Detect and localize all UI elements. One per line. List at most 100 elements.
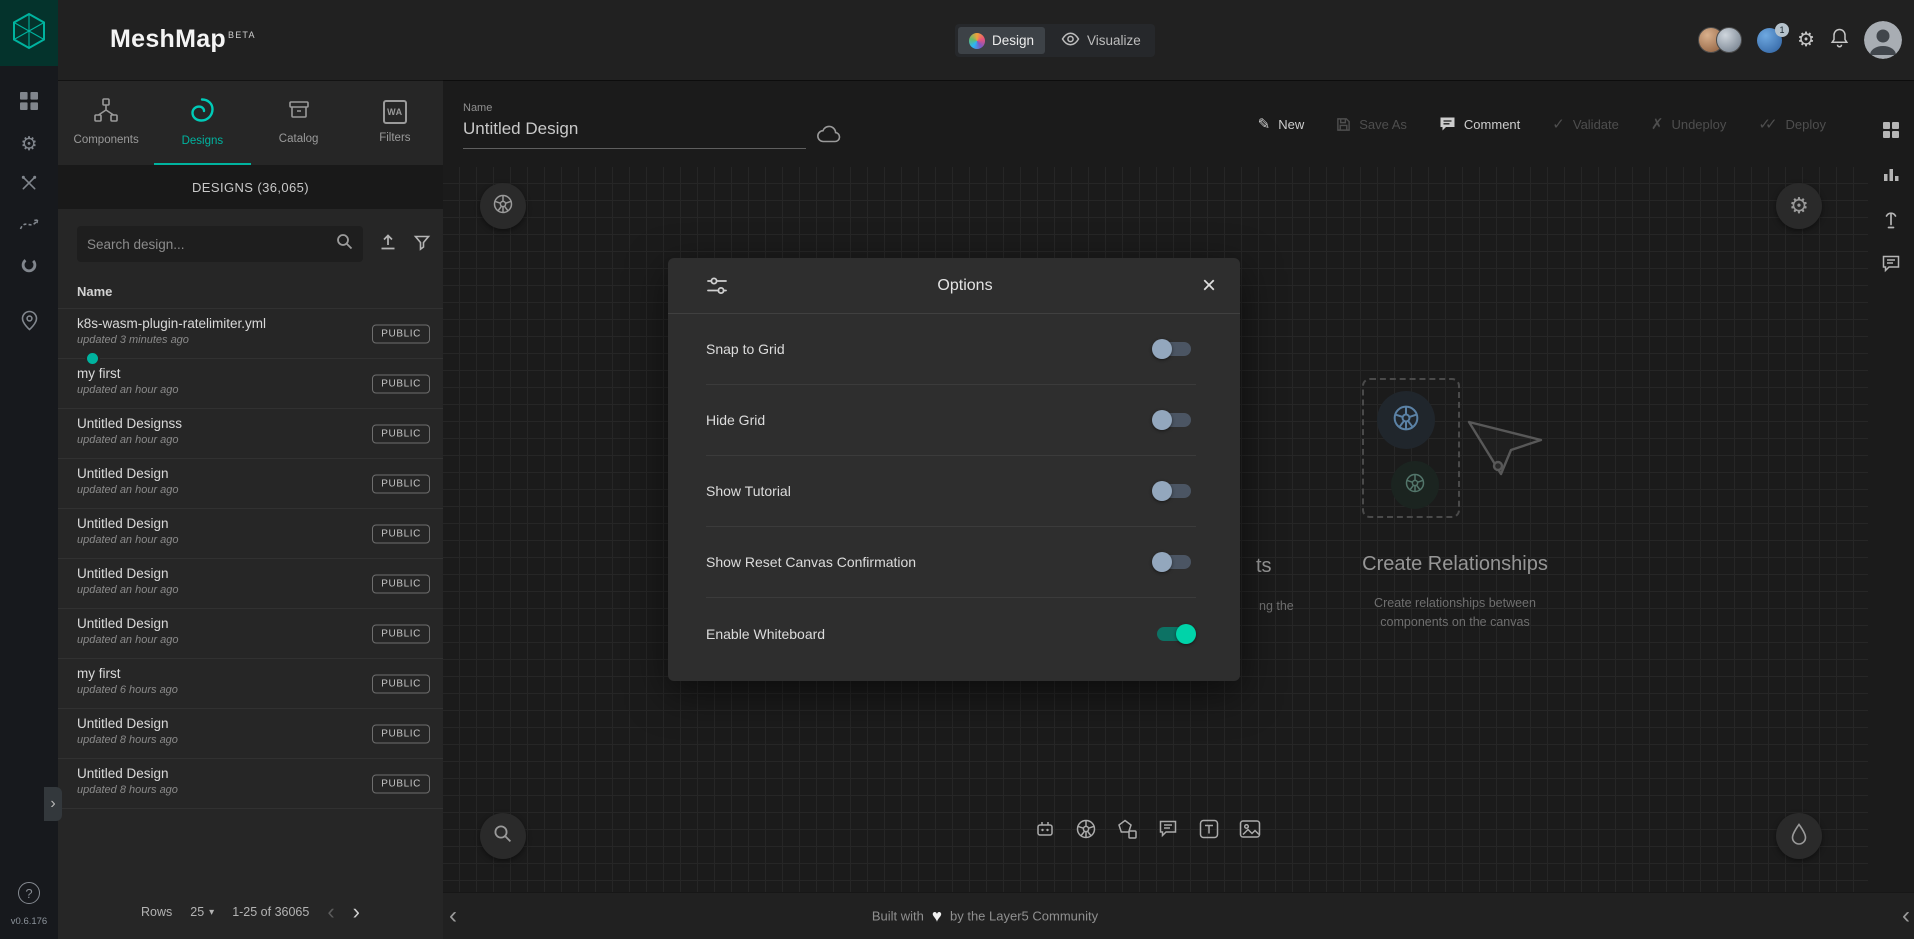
setting-row: Show Tutorial <box>706 456 1196 527</box>
nav-meshmap-button[interactable] <box>19 313 39 332</box>
visualize-mode-button[interactable]: Visualize <box>1050 27 1152 54</box>
tab-components[interactable]: Components <box>58 80 154 165</box>
hexagon-logo-icon <box>12 12 46 55</box>
next-page-button[interactable]: › <box>353 901 360 923</box>
footer-collapse-right-button[interactable]: ‹ <box>1902 904 1910 928</box>
design-list-item[interactable]: Untitled Design updated an hour ago PUBL… <box>58 609 443 659</box>
nav-lifecycle-button[interactable]: ⚙ <box>19 135 39 154</box>
nav-dashboard-button[interactable] <box>19 94 39 113</box>
design-list-item[interactable]: my first updated 6 hours ago PUBLIC <box>58 659 443 709</box>
design-search[interactable] <box>77 226 363 262</box>
setting-label: Show Tutorial <box>706 483 791 499</box>
design-list-item[interactable]: Untitled Designss updated an hour ago PU… <box>58 409 443 459</box>
design-list-item[interactable]: Untitled Design updated an hour ago PUBL… <box>58 459 443 509</box>
comment-icon <box>1158 819 1178 843</box>
hide-grid-toggle[interactable] <box>1152 408 1196 432</box>
design-search-input[interactable] <box>87 237 336 252</box>
gear-icon: ⚙ <box>1797 29 1815 51</box>
analytics-button[interactable] <box>1881 164 1901 189</box>
notifications-bell-button[interactable] <box>1830 27 1849 53</box>
designs-count-header: DESIGNS (36,065) <box>58 165 443 209</box>
relationship-arrow-icon <box>1465 416 1549 485</box>
version-label: v0.6.176 <box>11 916 47 927</box>
design-name-input[interactable]: Untitled Design <box>463 119 806 149</box>
name-column-header[interactable]: Name <box>58 272 443 308</box>
public-badge: PUBLIC <box>372 324 430 343</box>
ink-drop-button[interactable] <box>1776 813 1822 859</box>
chevron-right-icon: › <box>50 795 55 813</box>
snap-to-grid-toggle[interactable] <box>1152 337 1196 361</box>
new-design-button[interactable]: ✎ New <box>1258 117 1305 132</box>
design-list-item[interactable]: k8s-wasm-plugin-ratelimiter.yml updated … <box>58 309 443 359</box>
tab-filters[interactable]: WA Filters <box>347 80 443 165</box>
kubernetes-wheel-icon <box>1074 817 1098 846</box>
show-tutorial-toggle[interactable] <box>1152 479 1196 503</box>
design-list-item[interactable]: my first updated an hour ago PUBLIC <box>58 359 443 409</box>
design-mode-icon <box>969 33 985 49</box>
settings-gear-button[interactable]: ⚙ <box>1797 30 1815 50</box>
filter-designs-button[interactable] <box>413 233 431 256</box>
kubernetes-wheel-button[interactable] <box>480 183 526 229</box>
design-mode-button[interactable]: Design <box>958 27 1045 54</box>
provider-sphere-button[interactable]: 1 <box>1757 28 1782 53</box>
comments-button[interactable] <box>1881 254 1901 278</box>
tab-designs[interactable]: Designs <box>154 80 250 165</box>
nav-performance-button[interactable] <box>19 217 39 236</box>
layer5-logo-tile[interactable] <box>0 0 58 66</box>
setting-label: Show Reset Canvas Confirmation <box>706 554 916 570</box>
validate-button[interactable]: ✓ Validate <box>1552 117 1619 132</box>
design-list-item[interactable]: Untitled Design updated an hour ago PUBL… <box>58 559 443 609</box>
design-list-item[interactable]: Untitled Design updated 8 hours ago PUBL… <box>58 709 443 759</box>
kubernetes-dock-button[interactable] <box>1073 818 1099 844</box>
canvas-options-button[interactable]: ⚙ <box>1776 183 1822 229</box>
public-badge: PUBLIC <box>372 724 430 743</box>
collaborator-avatar[interactable] <box>1716 27 1742 53</box>
media-dock-button[interactable] <box>1237 818 1263 844</box>
comment-icon <box>1439 116 1456 132</box>
design-list-item[interactable]: Untitled Design updated 8 hours ago PUBL… <box>58 759 443 809</box>
help-button[interactable]: ? <box>18 882 40 904</box>
footer-collapse-left-button[interactable]: ‹ <box>449 904 457 928</box>
comment-dock-button[interactable] <box>1155 818 1181 844</box>
dock-grid-button[interactable] <box>1881 120 1901 145</box>
undeploy-button[interactable]: ✗ Undeploy <box>1651 117 1727 132</box>
user-avatar-button[interactable] <box>1864 21 1902 59</box>
rows-per-page-select[interactable]: 25 ▾ <box>190 905 214 919</box>
panel-collapse-handle[interactable]: › <box>44 787 62 821</box>
shapes-dock-button[interactable] <box>1114 818 1140 844</box>
save-as-button[interactable]: Save As <box>1336 117 1407 132</box>
chip-icon <box>1033 817 1057 846</box>
notification-count-badge: 1 <box>1775 23 1789 37</box>
zoom-button[interactable] <box>480 813 526 859</box>
upload-icon <box>378 232 398 257</box>
meshmap-app: ⚙ ? v0.6.176 MeshMapBETA <box>0 0 1914 939</box>
shapes-icon <box>1115 817 1139 846</box>
footer-text-suffix: by the Layer5 Community <box>950 909 1098 924</box>
top-header: MeshMapBETA Design Visualize 1 ⚙ <box>58 0 1914 80</box>
gesture-button[interactable] <box>1881 208 1901 235</box>
panel-tabs: Components Designs Catalog WA Filters <box>58 80 443 165</box>
app-title: MeshMapBETA <box>110 25 256 54</box>
action-label: Deploy <box>1786 117 1826 132</box>
nav-extensions-button[interactable] <box>19 258 39 277</box>
design-list-item[interactable]: Untitled Design updated an hour ago PUBL… <box>58 509 443 559</box>
comment-button[interactable]: Comment <box>1439 116 1520 132</box>
text-tool-dock-button[interactable] <box>1196 818 1222 844</box>
kubernetes-wheel-icon <box>491 192 515 221</box>
prev-page-button[interactable]: ‹ <box>327 901 334 923</box>
import-design-button[interactable] <box>378 232 398 257</box>
deploy-button[interactable]: ✓✓ Deploy <box>1758 117 1826 132</box>
enable-whiteboard-toggle[interactable] <box>1152 622 1196 646</box>
close-dialog-button[interactable]: × <box>1202 274 1216 298</box>
setting-row: Enable Whiteboard <box>706 598 1196 669</box>
public-badge: PUBLIC <box>372 474 430 493</box>
obscured-card-title-fragment: ts <box>1256 555 1272 578</box>
nav-configuration-button[interactable] <box>19 176 39 195</box>
show-reset-canvas-confirmation-toggle[interactable] <box>1152 550 1196 574</box>
toolbox-dock-button[interactable] <box>1032 818 1058 844</box>
tab-catalog[interactable]: Catalog <box>251 80 347 165</box>
options-dialog: Options × Snap to Grid Hide Grid Show Tu… <box>668 258 1240 681</box>
setting-label: Enable Whiteboard <box>706 626 825 642</box>
designs-panel: Components Designs Catalog WA Filters DE… <box>58 80 443 939</box>
gear-icon: ⚙ <box>20 135 37 154</box>
